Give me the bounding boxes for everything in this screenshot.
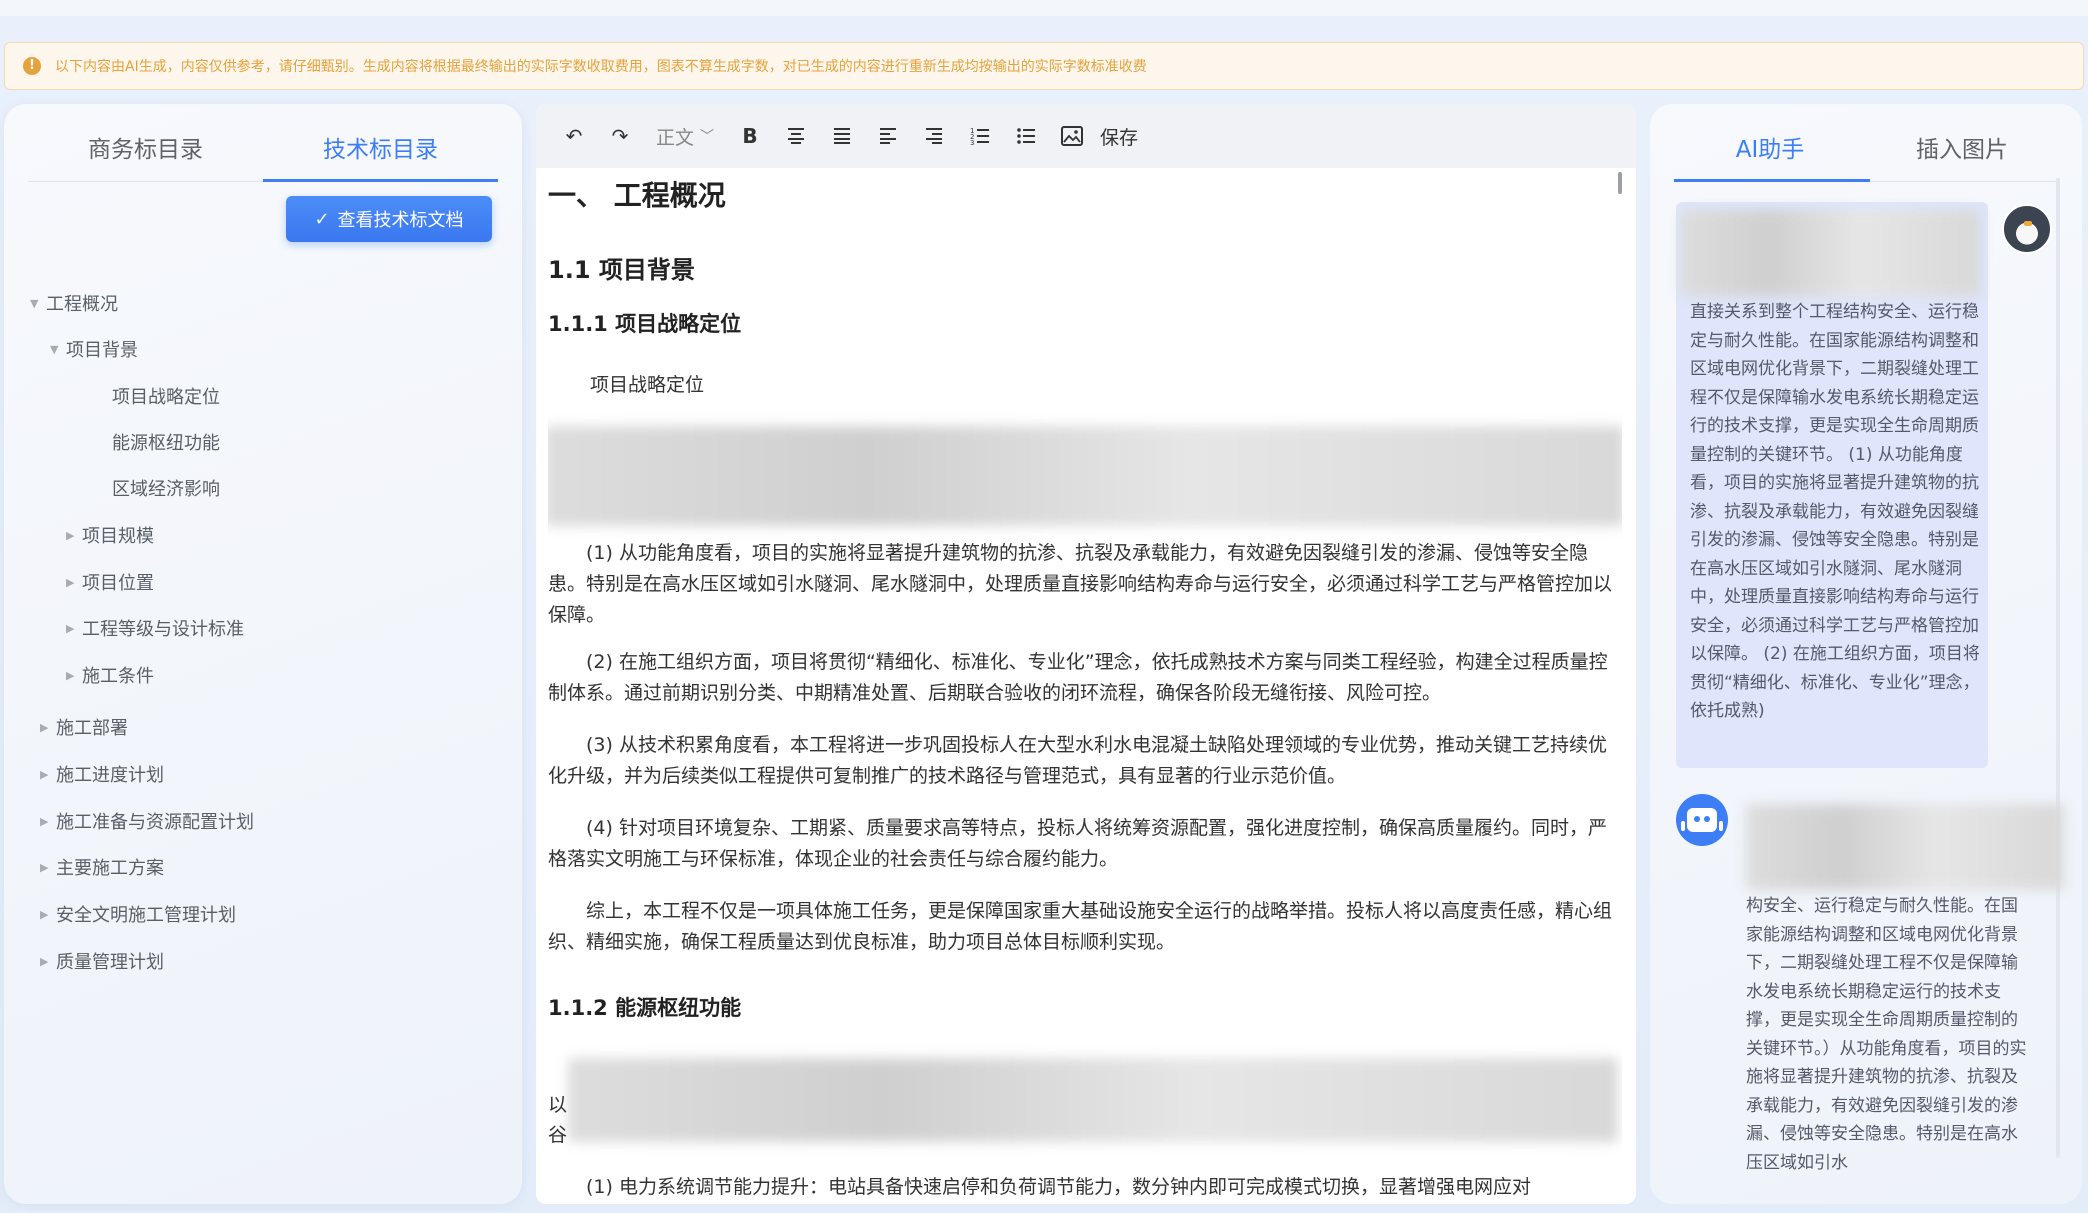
- save-button[interactable]: 保存: [1100, 118, 1138, 154]
- tree-item-quality-management[interactable]: ▶ 质量管理计划: [40, 946, 164, 976]
- user-message-bubble: 直接关系到整个工程结构安全、运行稳定与耐久性能。在国家能源结构调整和区域电网优化…: [1676, 202, 1988, 768]
- tree-item-grade-design-standards[interactable]: ▶ 工程等级与设计标准: [66, 613, 244, 643]
- warning-icon: !: [23, 57, 41, 75]
- align-right-button[interactable]: [916, 118, 952, 154]
- robot-ear-left: [1681, 821, 1685, 831]
- caret-right-icon: ▶: [40, 814, 49, 828]
- user-message-text: 直接关系到整个工程结构安全、运行稳定与耐久性能。在国家能源结构调整和区域电网优化…: [1690, 302, 1980, 721]
- check-icon: ✓: [314, 208, 330, 230]
- tree-item-project-location[interactable]: ▶ 项目位置: [66, 567, 154, 597]
- caret-right-icon: ▶: [66, 528, 75, 542]
- caret-right-icon: ▶: [66, 575, 75, 589]
- align-center-icon: [788, 128, 804, 144]
- redo-button[interactable]: ↷: [602, 118, 638, 154]
- tree-item-energy-hub-function[interactable]: 能源枢纽功能: [112, 427, 220, 457]
- bot-message-text: 构安全、运行稳定与耐久性能。在国家能源结构调整和区域电网优化背景下，二期裂缝处理…: [1746, 896, 2027, 1173]
- bullet-list-button[interactable]: [1008, 118, 1044, 154]
- chat-scrollbar[interactable]: [2056, 178, 2060, 1158]
- blurred-message-text: [1680, 210, 1980, 296]
- caret-right-icon: ▶: [40, 720, 49, 734]
- tree-item-regional-economic-impact[interactable]: 区域经济影响: [112, 473, 220, 503]
- assistant-tabs: AI助手 插入图片: [1674, 126, 2058, 182]
- undo-button[interactable]: ↶: [556, 118, 592, 154]
- tree-item-project-scale[interactable]: ▶ 项目规模: [66, 520, 154, 550]
- editor-toolbar: ↶ ↷ 正文 ﹀ B 123 保存: [536, 104, 1636, 168]
- align-justify-button[interactable]: [824, 118, 860, 154]
- document-editor: ↶ ↷ 正文 ﹀ B 123 保存 一、 工程概况 1.1 项目背景 1.1.1…: [536, 104, 1636, 1204]
- tab-technical-outline[interactable]: 技术标目录: [263, 126, 498, 182]
- blurred-text-block-2: [568, 1058, 1618, 1142]
- tab-insert-image[interactable]: 插入图片: [1866, 126, 2058, 181]
- tree-item-construction-deployment[interactable]: ▶ 施工部署: [40, 712, 128, 742]
- caret-right-icon: ▶: [66, 668, 75, 682]
- image-icon: [1061, 126, 1083, 146]
- insert-image-button[interactable]: [1054, 118, 1090, 154]
- caret-right-icon: ▶: [40, 767, 49, 781]
- tree-item-schedule-plan[interactable]: ▶ 施工进度计划: [40, 759, 164, 789]
- assistant-panel: AI助手 插入图片 直接关系到整个工程结构安全、运行稳定与耐久性能。在国家能源结…: [1650, 104, 2082, 1204]
- caret-right-icon: ▶: [40, 860, 49, 874]
- caret-down-icon: ▼: [30, 296, 39, 310]
- tree-item-engineering-overview[interactable]: ▼ 工程概况: [30, 288, 118, 318]
- notice-text: 以下内容由AI生成，内容仅供参考，请仔细甄别。生成内容将根据最终输出的实际字数收…: [55, 59, 1147, 75]
- tab-business-outline[interactable]: 商务标目录: [28, 126, 263, 181]
- outline-tabs: 商务标目录 技术标目录: [28, 126, 498, 182]
- tree-item-main-construction-plan[interactable]: ▶ 主要施工方案: [40, 852, 164, 882]
- paragraph-2: (2) 在施工组织方面，项目将贯彻“精细化、标准化、专业化”理念，依托成熟技术方…: [548, 651, 1608, 704]
- tree-item-safety-management[interactable]: ▶ 安全文明施工管理计划: [40, 899, 236, 929]
- heading-3-strategic-positioning: 1.1.1 项目战略定位: [548, 312, 742, 336]
- align-right-icon: [926, 128, 942, 144]
- align-left-button[interactable]: [870, 118, 906, 154]
- paragraph-style-select[interactable]: 正文 ﹀: [648, 118, 722, 154]
- editor-scrollbar[interactable]: [1618, 172, 1622, 194]
- tree-item-project-background[interactable]: ▼ 项目背景: [50, 334, 138, 364]
- partial-char-2: 谷: [548, 1124, 568, 1146]
- outline-panel: 商务标目录 技术标目录 ✓ 查看技术标文档 ▼ 工程概况 ▼ 项目背景 项目战略定位…: [4, 104, 522, 1204]
- ai-notice-banner: ! 以下内容由AI生成，内容仅供参考，请仔细甄别。生成内容将根据最终输出的实际字…: [4, 42, 2084, 90]
- paragraph-1: (1) 从功能角度看，项目的实施将显著提升建筑物的抗渗、抗裂及承载能力，有效避免…: [548, 542, 1613, 626]
- caret-right-icon: ▶: [40, 954, 49, 968]
- paragraph-5: 综上，本工程不仅是一项具体施工任务，更是保障国家重大基础设施安全运行的战略举措。…: [548, 900, 1613, 953]
- ordered-list-icon: 123: [970, 127, 989, 146]
- view-button-label: 查看技术标文档: [337, 210, 464, 231]
- tree-item-construction-conditions[interactable]: ▶ 施工条件: [66, 660, 154, 690]
- caret-right-icon: ▶: [66, 621, 75, 635]
- robot-icon: [1681, 808, 1723, 832]
- top-strip: [0, 0, 2088, 16]
- tree-item-resource-plan[interactable]: ▶ 施工准备与资源配置计划: [40, 806, 254, 836]
- sub-title-text: 项目战略定位: [590, 374, 705, 396]
- tab-ai-assistant[interactable]: AI助手: [1674, 126, 1870, 182]
- paragraph-bottom: (1) 电力系统调节能力提升：电站具备快速启停和负荷调节能力，数分钟内即可完成模…: [586, 1176, 1531, 1198]
- svg-text:3: 3: [970, 139, 974, 146]
- document-content[interactable]: 一、 工程概况 1.1 项目背景 1.1.1 项目战略定位 项目战略定位 (1)…: [548, 168, 1622, 1204]
- partial-char-1: 以: [548, 1094, 568, 1116]
- paragraph-3: (3) 从技术积累角度看，本工程将进一步巩固投标人在大型水利水电混凝土缺陷处理领…: [548, 734, 1607, 787]
- tree-item-strategic-positioning[interactable]: 项目战略定位: [112, 381, 220, 411]
- paragraph-4: (4) 针对项目环境复杂、工期紧、质量要求高等特点，投标人将统筹资源配置，强化进…: [548, 817, 1607, 870]
- heading-3-energy-hub: 1.1.2 能源枢纽功能: [548, 996, 742, 1020]
- blurred-bot-text: [1746, 804, 2064, 890]
- heading-1: 一、 工程概况: [548, 179, 726, 212]
- caret-right-icon: ▶: [40, 907, 49, 921]
- bot-avatar: [1676, 794, 1728, 846]
- align-justify-icon: [834, 128, 850, 144]
- robot-ear-right: [1719, 821, 1723, 831]
- bullet-list-icon: [1017, 128, 1035, 144]
- align-left-icon: [880, 128, 896, 144]
- user-avatar: [2002, 204, 2052, 254]
- align-center-button[interactable]: [778, 118, 814, 154]
- blurred-text-block: [548, 426, 1622, 526]
- heading-2: 1.1 项目背景: [548, 256, 695, 284]
- ordered-list-button[interactable]: 123: [962, 118, 998, 154]
- view-technical-doc-button[interactable]: ✓ 查看技术标文档: [286, 196, 492, 242]
- chevron-down-icon: ﹀: [700, 129, 714, 145]
- bold-button[interactable]: B: [732, 118, 768, 154]
- caret-down-icon: ▼: [50, 342, 59, 356]
